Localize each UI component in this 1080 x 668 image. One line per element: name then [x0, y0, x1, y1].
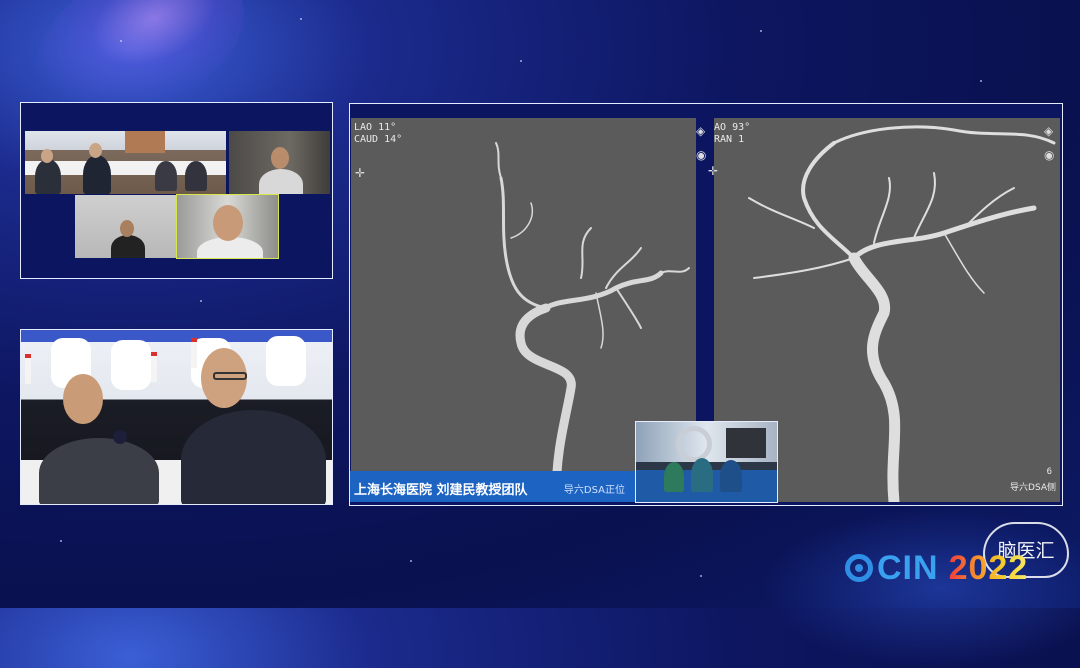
hospital-team-label: 上海长海医院 刘建民教授团队: [354, 483, 528, 498]
background-star: [410, 560, 412, 562]
audience-video-panel[interactable]: [20, 329, 333, 505]
monitor-bank: [726, 428, 766, 458]
person-head: [41, 149, 53, 163]
person: [259, 169, 303, 194]
background-star: [520, 60, 522, 62]
video-tile-participant[interactable]: [74, 194, 177, 259]
eye-icon: ◉: [696, 148, 707, 162]
video-conference-panel: [20, 102, 333, 279]
surgeon: [720, 460, 742, 492]
video-tile-active-speaker[interactable]: [176, 194, 279, 259]
water-bottle: [25, 354, 31, 384]
person: [185, 161, 207, 191]
microphone-icon: [113, 430, 127, 444]
background-star: [120, 40, 122, 42]
crosshair-icon: ✛: [708, 164, 719, 178]
video-tile-participant[interactable]: [228, 130, 331, 195]
person-with-microphone: [39, 438, 159, 504]
water-bottle: [191, 338, 197, 368]
diamond-icon: ◈: [696, 124, 706, 138]
background-star: [60, 540, 62, 542]
diamond-icon: ◈: [1044, 124, 1054, 138]
water-bottle: [151, 352, 157, 382]
surgeon: [691, 458, 713, 492]
background-star: [700, 575, 702, 577]
background-star: [300, 18, 302, 20]
frame-number: 6: [1046, 467, 1052, 477]
person: [111, 235, 145, 258]
background-star: [200, 300, 202, 302]
logo-year-text: 2022: [948, 548, 1029, 587]
hospital-caption-bar: 上海长海医院 刘建民教授团队 导六DSA正位: [350, 471, 635, 502]
logo-cin-text: CIN: [877, 548, 939, 587]
surgeon: [664, 462, 684, 492]
operating-room-video[interactable]: [635, 421, 778, 503]
person-head: [120, 220, 134, 237]
video-tile-conference-room[interactable]: [24, 130, 227, 195]
cin-2022-logo: CIN 2022: [845, 548, 1028, 588]
room-wall-panel: [125, 131, 165, 153]
background-star: [980, 80, 982, 82]
cin-logo-icon: [845, 554, 873, 582]
c-arm-icon: [676, 426, 712, 462]
person: [181, 410, 326, 504]
glasses-icon: [213, 372, 247, 380]
person: [35, 159, 61, 194]
person-head: [63, 374, 103, 424]
background-star: [760, 30, 762, 32]
view-label-lateral: 导六DSA侧: [1010, 483, 1056, 493]
person: [83, 155, 111, 194]
person-head: [89, 143, 102, 158]
chair: [111, 340, 151, 390]
person-head: [213, 205, 243, 241]
view-label-frontal: 导六DSA正位: [563, 485, 625, 496]
eye-icon: ◉: [1044, 148, 1055, 162]
person-head: [271, 147, 289, 169]
chair: [266, 336, 306, 386]
person: [155, 161, 177, 191]
